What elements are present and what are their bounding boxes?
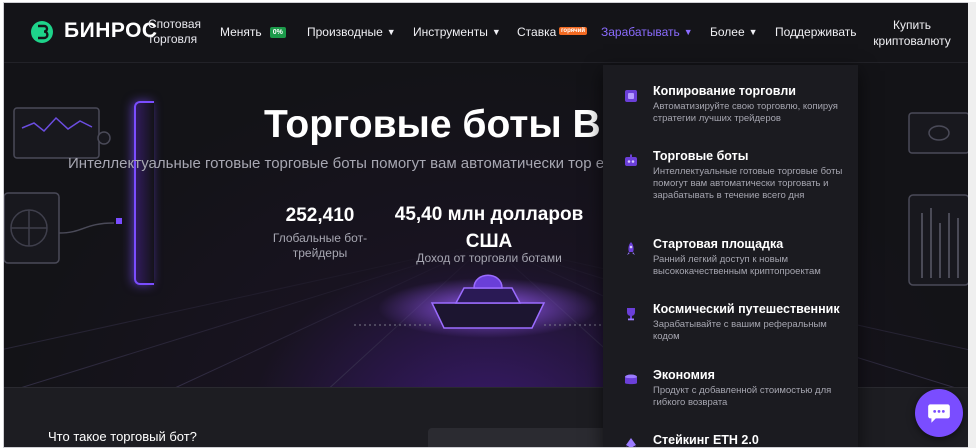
brand-name[interactable]: БИНРОС xyxy=(64,19,158,43)
menu-item-title: Космический путешественник xyxy=(653,302,840,316)
faq-question[interactable]: Что такое торговый бот? xyxy=(48,429,197,444)
stat-income-label: Доход от торговли ботами xyxy=(416,251,562,265)
buy-crypto-link[interactable]: Купить криптовалюту xyxy=(870,17,954,49)
menu-item-title: Стартовая площадка xyxy=(653,237,784,251)
nav-derivatives[interactable]: Производные ▼ xyxy=(307,25,396,39)
coins-icon xyxy=(625,374,637,385)
eth-icon xyxy=(626,438,636,447)
menu-item-title: Экономия xyxy=(653,368,715,382)
app-frame: Торговые боты BII Интеллектуальные готов… xyxy=(3,2,971,448)
nav-staking-label: Ставка xyxy=(517,25,557,39)
chat-bubble-icon xyxy=(928,404,950,423)
left-glow-panel xyxy=(134,101,154,285)
nav-tools[interactable]: Инструменты ▼ xyxy=(413,25,501,39)
nav-earn[interactable]: Зарабатывать ▼ xyxy=(601,25,693,39)
caret-down-icon: ▼ xyxy=(748,27,758,37)
nav-earn-label: Зарабатывать xyxy=(601,25,680,39)
menu-item-title: Копирование торговли xyxy=(653,84,796,98)
staking-hot-badge: горячий xyxy=(559,27,588,35)
trophy-icon xyxy=(627,308,635,321)
menu-item-description: Продукт с добавленной стоимостью для гиб… xyxy=(653,385,832,408)
menu-item-description: Автоматизируйте свою торговлю, копируя с… xyxy=(653,101,838,124)
earn-dropdown-menu: Копирование торговли Автоматизируйте сво… xyxy=(603,65,858,447)
caret-down-icon: ▼ xyxy=(683,27,693,37)
nav-more-label: Более xyxy=(710,25,745,39)
menu-item-title: Стейкинг ETH 2.0 xyxy=(653,433,759,447)
nav-tools-label: Инструменты xyxy=(413,25,488,39)
top-navigation: БИНРОС Спотовая торговля Менять 0% Произ… xyxy=(4,3,970,63)
caret-down-icon: ▼ xyxy=(491,27,501,37)
nav-derivatives-label: Производные xyxy=(307,25,383,39)
caret-down-icon: ▼ xyxy=(386,27,396,37)
brand-logo-icon[interactable] xyxy=(30,20,54,44)
support-chat-button[interactable] xyxy=(915,389,963,437)
nav-support-label: Поддерживать xyxy=(775,25,857,39)
bot-icon xyxy=(625,154,637,166)
rocket-icon xyxy=(627,242,635,255)
stat-bot-traders-value: 252,410 xyxy=(285,205,355,226)
swap-fee-badge: 0% xyxy=(269,26,286,38)
nav-support[interactable]: Поддерживать xyxy=(775,25,857,39)
nav-more[interactable]: Более ▼ xyxy=(710,25,758,39)
menu-item-description: Ранний легкий доступ к новым высококачес… xyxy=(653,254,821,277)
menu-item-description: Интеллектуальные готовые торговые боты п… xyxy=(653,166,843,201)
nav-swap-label: Менять xyxy=(220,25,262,39)
menu-item-title: Торговые боты xyxy=(653,149,749,163)
nav-swap[interactable]: Менять 0% xyxy=(220,25,286,39)
stat-bot-traders-label: Глобальные бот-трейдеры xyxy=(272,231,368,260)
stat-income-value: 45,40 млн долларов США xyxy=(394,204,584,252)
page-scrollbar[interactable] xyxy=(968,2,976,448)
nav-staking[interactable]: Ставка xyxy=(517,25,556,39)
menu-item-description: Зарабатывайте с вашим реферальным кодом xyxy=(653,319,827,342)
nav-spot-trading[interactable]: Спотовая торговля xyxy=(148,17,208,47)
copy-trade-icon xyxy=(625,90,637,102)
